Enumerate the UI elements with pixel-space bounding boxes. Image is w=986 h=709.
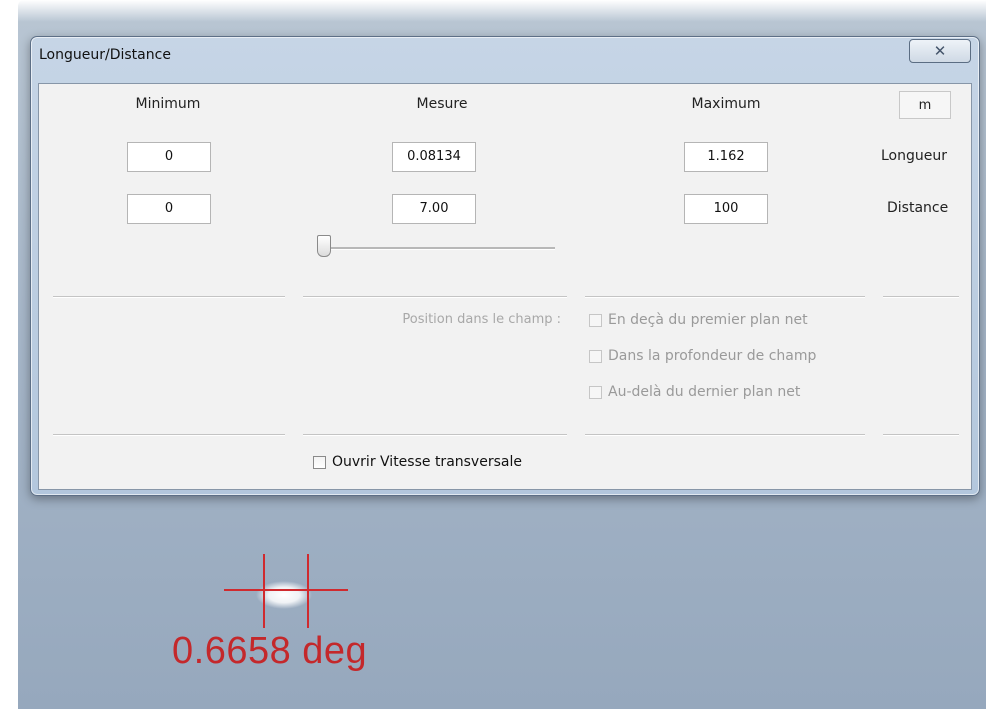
separator — [53, 434, 285, 436]
dialog-window: Longueur/Distance ✕ Minimum Mesure Maxim… — [30, 36, 980, 496]
option-profondeur[interactable]: Dans la profondeur de champ — [589, 348, 816, 364]
vitesse-checkbox-row[interactable]: Ouvrir Vitesse transversale — [313, 454, 522, 470]
separator — [53, 296, 285, 298]
separator — [883, 434, 959, 436]
close-icon: ✕ — [933, 42, 947, 60]
dialog-client-area: Minimum Mesure Maximum m 0 0.08134 1.162… — [38, 83, 972, 490]
separator — [303, 434, 567, 436]
separator — [585, 434, 865, 436]
checkbox[interactable] — [589, 313, 602, 327]
header-mesure: Mesure — [416, 96, 468, 112]
target-crosshair — [224, 554, 348, 628]
separator — [883, 296, 959, 298]
top-fade — [0, 0, 986, 22]
header-maximum: Maximum — [691, 96, 761, 112]
option-en-deca[interactable]: En deçà du premier plan net — [589, 312, 808, 328]
distance-mesure-field[interactable]: 7.00 — [392, 194, 476, 224]
longueur-mesure-field[interactable]: 0.08134 — [392, 142, 476, 172]
vitesse-checkbox[interactable] — [313, 455, 326, 469]
option-label: Au-delà du dernier plan net — [608, 384, 801, 400]
unit-label: m — [918, 97, 932, 113]
longueur-min-field[interactable]: 0 — [127, 142, 211, 172]
longueur-max-field[interactable]: 1.162 — [684, 142, 768, 172]
vitesse-label: Ouvrir Vitesse transversale — [332, 454, 522, 470]
longueur-label: Longueur — [881, 148, 947, 164]
position-label: Position dans le champ : — [402, 312, 561, 327]
option-label: En deçà du premier plan net — [608, 312, 808, 328]
distance-min-field[interactable]: 0 — [127, 194, 211, 224]
header-minimum: Minimum — [135, 96, 201, 112]
slider-track[interactable] — [327, 247, 555, 250]
separator — [303, 296, 567, 298]
option-au-dela[interactable]: Au-delà du dernier plan net — [589, 384, 800, 400]
checkbox[interactable] — [589, 349, 602, 363]
close-button[interactable]: ✕ — [909, 39, 971, 63]
slider-thumb[interactable] — [317, 235, 331, 257]
angle-readout: 0.6658 deg — [172, 630, 368, 672]
unit-button[interactable]: m — [899, 91, 951, 119]
checkbox[interactable] — [589, 385, 602, 399]
window-title: Longueur/Distance — [39, 47, 171, 63]
distance-max-field[interactable]: 100 — [684, 194, 768, 224]
distance-label: Distance — [887, 200, 949, 216]
option-label: Dans la profondeur de champ — [608, 348, 817, 364]
separator — [585, 296, 865, 298]
